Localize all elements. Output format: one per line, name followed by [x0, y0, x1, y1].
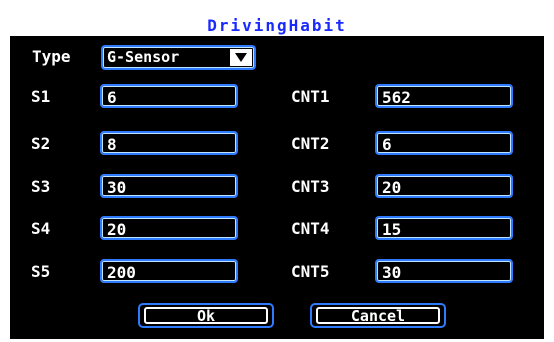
cnt1-field[interactable]: 562: [375, 84, 513, 108]
s5-label: S5: [31, 262, 51, 281]
cnt4-label: CNT4: [291, 219, 330, 238]
cancel-button[interactable]: Cancel: [310, 303, 446, 328]
cnt2-field[interactable]: 6: [375, 131, 513, 155]
cnt2-label: CNT2: [291, 134, 330, 153]
cnt3-label: CNT3: [291, 177, 330, 196]
cnt4-field[interactable]: 15: [375, 216, 513, 240]
cnt5-label: CNT5: [291, 262, 330, 281]
type-select-value: G-Sensor: [107, 48, 180, 66]
type-label: Type: [32, 47, 71, 66]
cnt3-field[interactable]: 20: [375, 174, 513, 198]
s1-label: S1: [31, 87, 51, 106]
cnt5-field[interactable]: 30: [375, 259, 513, 283]
s2-field[interactable]: 8: [100, 131, 238, 155]
driving-habit-dialog: DrivingHabit Type G-Sensor S1 6 CNT1 562…: [10, 14, 544, 339]
type-select[interactable]: G-Sensor: [101, 45, 256, 70]
cancel-button-label: Cancel: [350, 306, 406, 325]
title-bar: DrivingHabit: [10, 14, 544, 36]
s2-label: S2: [31, 134, 51, 153]
s1-field[interactable]: 6: [100, 84, 238, 108]
s3-field[interactable]: 30: [100, 174, 238, 198]
dialog-title: DrivingHabit: [207, 15, 347, 35]
s4-field[interactable]: 20: [100, 216, 238, 240]
ok-button[interactable]: Ok: [138, 303, 274, 328]
cnt1-label: CNT1: [291, 87, 330, 106]
chevron-down-icon[interactable]: [230, 49, 252, 66]
s3-label: S3: [31, 177, 51, 196]
s4-label: S4: [31, 219, 51, 238]
s5-field[interactable]: 200: [100, 259, 238, 283]
ok-button-label: Ok: [196, 306, 216, 325]
